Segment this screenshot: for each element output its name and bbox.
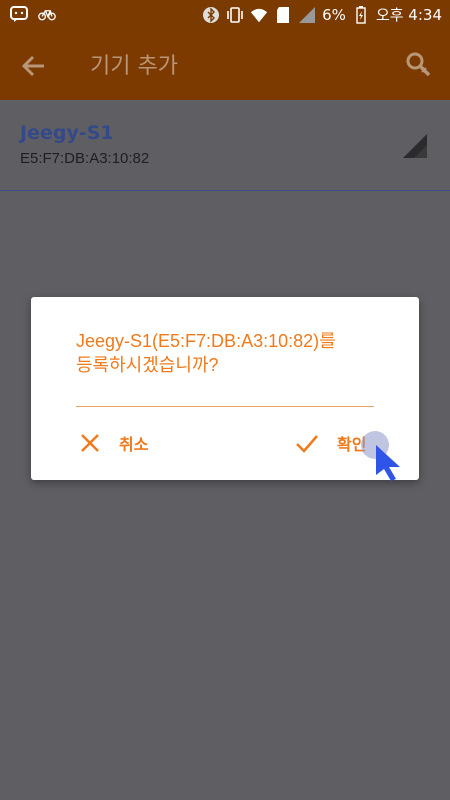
back-button[interactable] <box>20 52 48 80</box>
vibrate-icon <box>226 6 244 24</box>
search-button[interactable] <box>404 50 432 78</box>
signal-strength-icon <box>402 133 428 159</box>
dialog-message-line2: 등록하시겠습니까? <box>76 355 219 375</box>
arrow-left-icon <box>21 55 44 77</box>
bicycle-icon <box>38 5 56 23</box>
ok-button[interactable]: 확인 <box>295 428 366 458</box>
check-icon <box>296 435 318 453</box>
dialog-message: Jeegy-S1(E5:F7:DB:A3:10:82)를 등록하시겠습니까? <box>76 329 386 377</box>
cell-signal-icon <box>298 6 316 24</box>
battery-percent: 6% <box>322 5 346 24</box>
dialog-divider <box>76 406 374 407</box>
device-name: Jeegy-S1 <box>20 122 114 144</box>
app-toolbar: 기기 추가 <box>0 30 450 100</box>
clock: 오후 4:34 <box>375 6 442 24</box>
close-icon <box>81 434 99 452</box>
cancel-label: 취소 <box>119 435 149 454</box>
sd-card-icon <box>274 6 292 24</box>
device-mac: E5:F7:DB:A3:10:82 <box>20 150 150 167</box>
message-notification-icon <box>10 5 28 23</box>
battery-charging-icon <box>352 5 370 24</box>
wifi-icon <box>250 6 268 24</box>
cancel-button[interactable]: 취소 <box>79 428 148 458</box>
bluetooth-icon <box>202 6 220 24</box>
page-title: 기기 추가 <box>90 54 178 79</box>
confirm-dialog: Jeegy-S1(E5:F7:DB:A3:10:82)를 등록하시겠습니까? 취… <box>31 297 419 480</box>
dialog-message-line1: Jeegy-S1(E5:F7:DB:A3:10:82)를 <box>76 331 336 351</box>
device-list-item[interactable]: Jeegy-S1 E5:F7:DB:A3:10:82 <box>0 100 450 191</box>
pointer-cursor-icon <box>374 443 402 481</box>
search-icon <box>406 52 431 77</box>
status-bar: 6% 오후 4:34 <box>0 0 450 30</box>
